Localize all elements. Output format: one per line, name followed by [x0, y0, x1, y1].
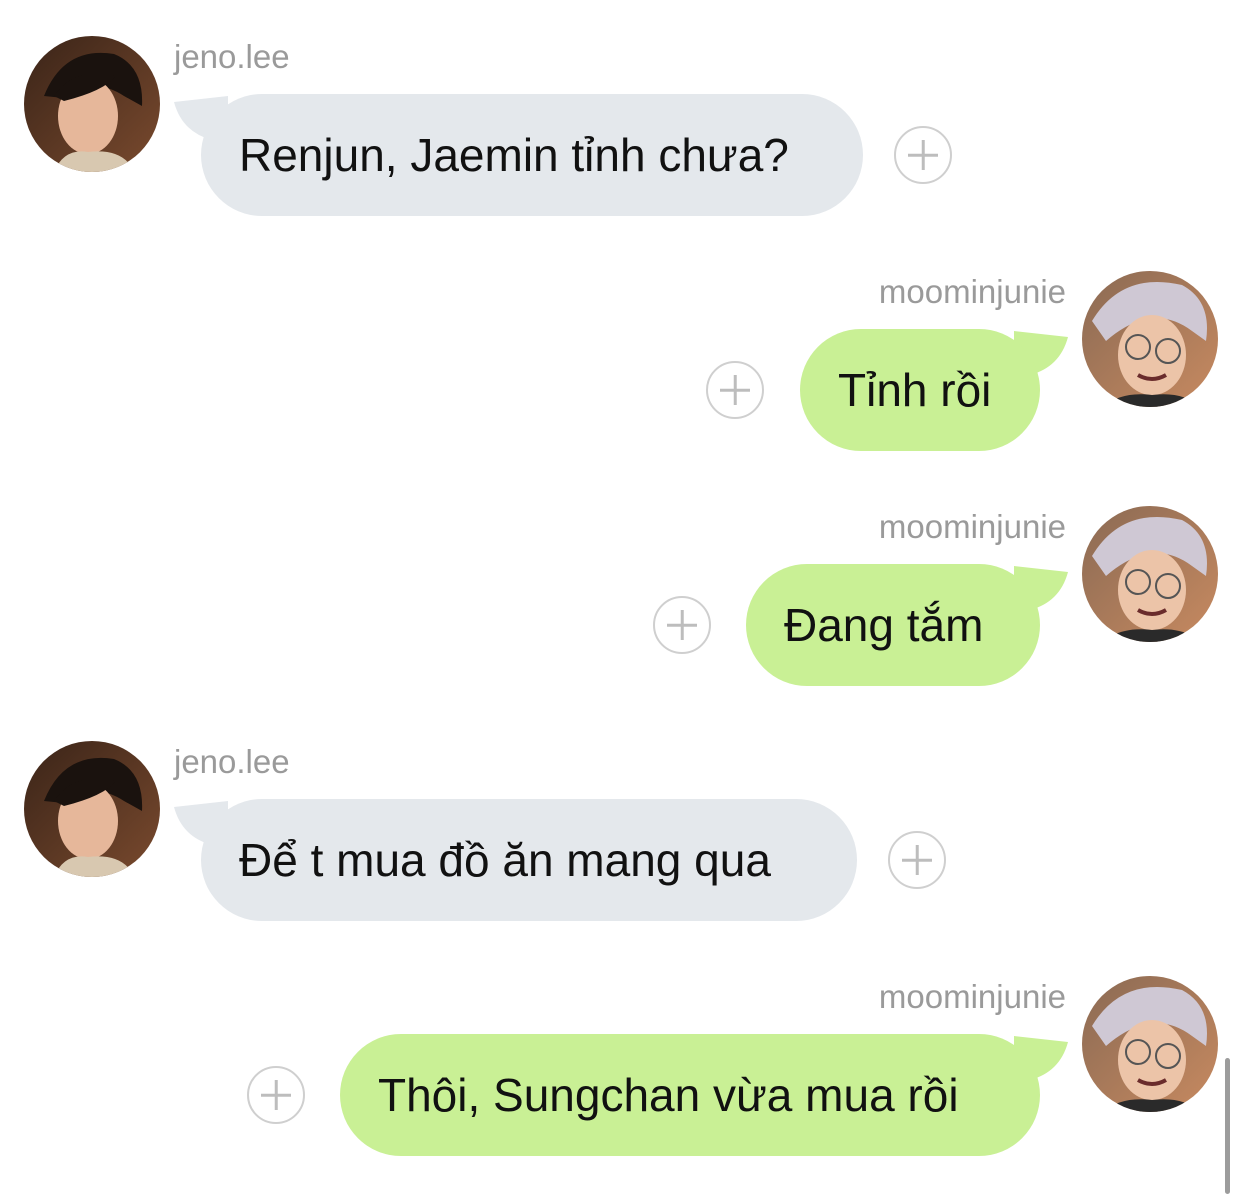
message-text: Để t mua đồ ăn mang qua [239, 834, 771, 886]
message-row: moominjunie Thôi, Sungchan vừa mua rồi [0, 940, 1242, 1156]
message-text: Tỉnh rồi [838, 364, 992, 416]
message-bubble[interactable]: Renjun, Jaemin tỉnh chưa? [201, 94, 863, 216]
message-row: moominjunie Tỉnh rồi [0, 235, 1242, 451]
message-text: Renjun, Jaemin tỉnh chưa? [239, 129, 789, 181]
plus-circle-icon[interactable] [894, 126, 952, 184]
sender-username: jeno.lee [174, 38, 290, 75]
message-text: Đang tắm [784, 599, 984, 651]
sender-username: moominjunie [878, 273, 1066, 310]
message-bubble[interactable]: Tỉnh rồi [800, 329, 1040, 451]
message-bubble[interactable]: Để t mua đồ ăn mang qua [201, 799, 857, 921]
plus-circle-icon[interactable] [888, 831, 946, 889]
message-bubble[interactable]: Đang tắm [746, 564, 1040, 686]
message-row: jeno.lee Renjun, Jaemin tỉnh chưa? [0, 0, 1242, 216]
message-row: moominjunie Đang tắm [0, 470, 1242, 686]
message-row: jeno.lee Để t mua đồ ăn mang qua [0, 705, 1242, 921]
sender-avatar[interactable] [1082, 976, 1218, 1112]
plus-circle-icon[interactable] [653, 596, 711, 654]
sender-username: jeno.lee [174, 743, 290, 780]
sender-avatar[interactable] [24, 36, 160, 172]
sender-username: moominjunie [878, 508, 1066, 545]
sender-username: moominjunie [878, 978, 1066, 1015]
sender-avatar[interactable] [1082, 271, 1218, 407]
plus-circle-icon[interactable] [706, 361, 764, 419]
sender-avatar[interactable] [1082, 506, 1218, 642]
message-text: Thôi, Sungchan vừa mua rồi [378, 1069, 959, 1121]
plus-circle-icon[interactable] [247, 1066, 305, 1124]
message-bubble[interactable]: Thôi, Sungchan vừa mua rồi [340, 1034, 1040, 1156]
sender-avatar[interactable] [24, 741, 160, 877]
scrollbar[interactable] [1225, 1058, 1230, 1194]
